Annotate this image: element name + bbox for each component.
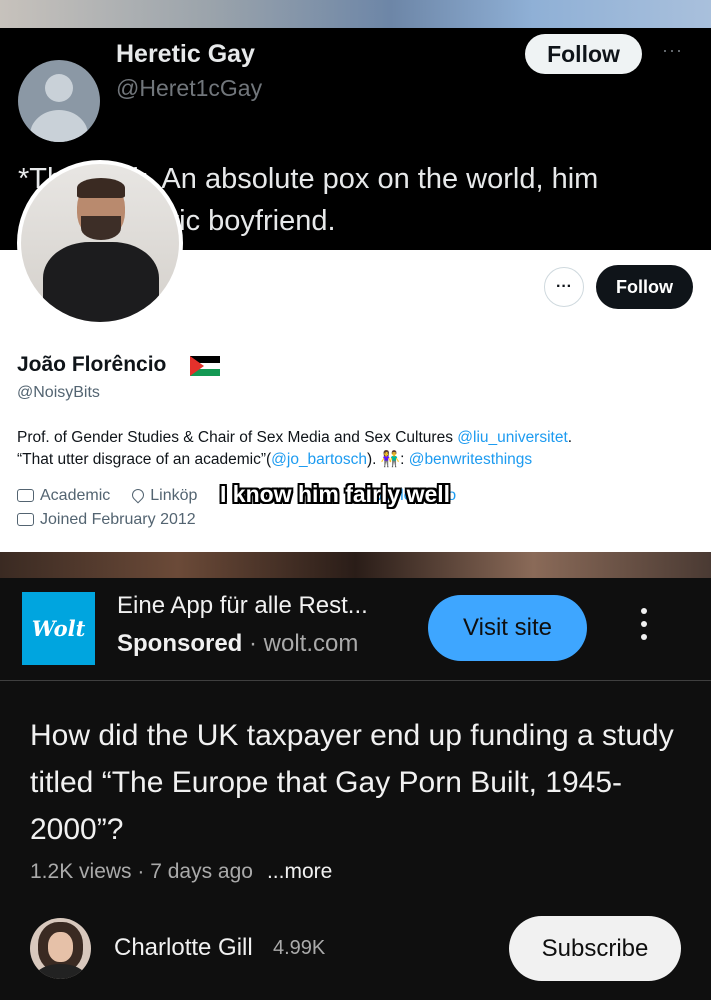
profile-category: Academic — [40, 487, 111, 504]
ad-title[interactable]: Eine App für alle Rest... — [117, 592, 368, 620]
bio-text-1: Prof. of Gender Studies & Chair of Sex M… — [17, 429, 458, 446]
sponsored-ad[interactable]: Wolt Eine App für alle Rest... Sponsored… — [0, 578, 711, 680]
video-background-bottom — [0, 552, 711, 578]
profile-more-icon: ··· — [544, 267, 584, 307]
video-age: 7 days ago — [150, 860, 253, 883]
ad-domain: wolt.com — [263, 630, 359, 657]
video-title[interactable]: How did the UK taxpayer end up funding a… — [30, 712, 690, 853]
bio-link-university: @liu_universitet — [457, 429, 568, 446]
profile-bio: Prof. of Gender Studies & Chair of Sex M… — [17, 427, 697, 471]
ad-sponsor-line: Sponsored · wolt.com — [117, 630, 358, 658]
kebab-menu-icon[interactable] — [632, 608, 656, 648]
ad-separator: · — [242, 630, 264, 657]
channel-name[interactable]: Charlotte Gill — [114, 934, 253, 962]
visit-site-button[interactable]: Visit site — [428, 595, 587, 661]
bio-text-2-mid: ). 👫: — [367, 451, 409, 468]
location-pin-icon — [129, 486, 147, 504]
divider — [0, 680, 711, 681]
tweet-author-name: Heretic Gay — [116, 40, 255, 68]
subscribe-button[interactable]: Subscribe — [509, 916, 681, 981]
bio-text-2: “That utter disgrace of an academic”( — [17, 451, 272, 468]
profile-photo — [21, 164, 179, 322]
channel-avatar[interactable] — [30, 918, 91, 979]
profile-handle: @NoisyBits — [17, 384, 100, 401]
bio-text-1-end: . — [567, 429, 573, 446]
tweet-author-handle: @Heret1cGay — [116, 75, 263, 101]
profile-location: Linköp — [150, 487, 198, 504]
palestine-flag-icon — [190, 356, 220, 376]
profile-joined: Joined February 2012 — [40, 511, 196, 528]
profile-joined-row: Joined February 2012 — [17, 511, 196, 529]
tweet-more-icon: ··· — [662, 40, 683, 60]
briefcase-icon — [17, 489, 34, 502]
tweet-follow-button: Follow — [525, 34, 642, 74]
video-views: 1.2K views — [30, 860, 132, 883]
profile-follow-button: Follow — [596, 265, 693, 309]
video-meta[interactable]: 1.2K views · 7 days ago ...more — [30, 860, 332, 884]
calendar-icon — [17, 513, 34, 526]
sponsored-label: Sponsored — [117, 630, 243, 657]
video-player[interactable]: Heretic Gay @Heret1cGay Follow ··· *Th i… — [0, 0, 711, 578]
more-link[interactable]: ...more — [267, 860, 332, 883]
subscriber-count: 4.99K — [273, 937, 326, 959]
video-caption: I know him fairly well — [220, 481, 451, 507]
bio-link-benwritesthings: @benwritesthings — [408, 451, 533, 468]
video-background-top — [0, 0, 711, 28]
default-avatar-icon — [18, 60, 100, 142]
bio-link-bartosch: @jo_bartosch — [271, 451, 368, 468]
profile-avatar — [17, 160, 183, 326]
wolt-logo[interactable]: Wolt — [22, 592, 95, 665]
profile-name: João Florêncio — [17, 353, 167, 376]
